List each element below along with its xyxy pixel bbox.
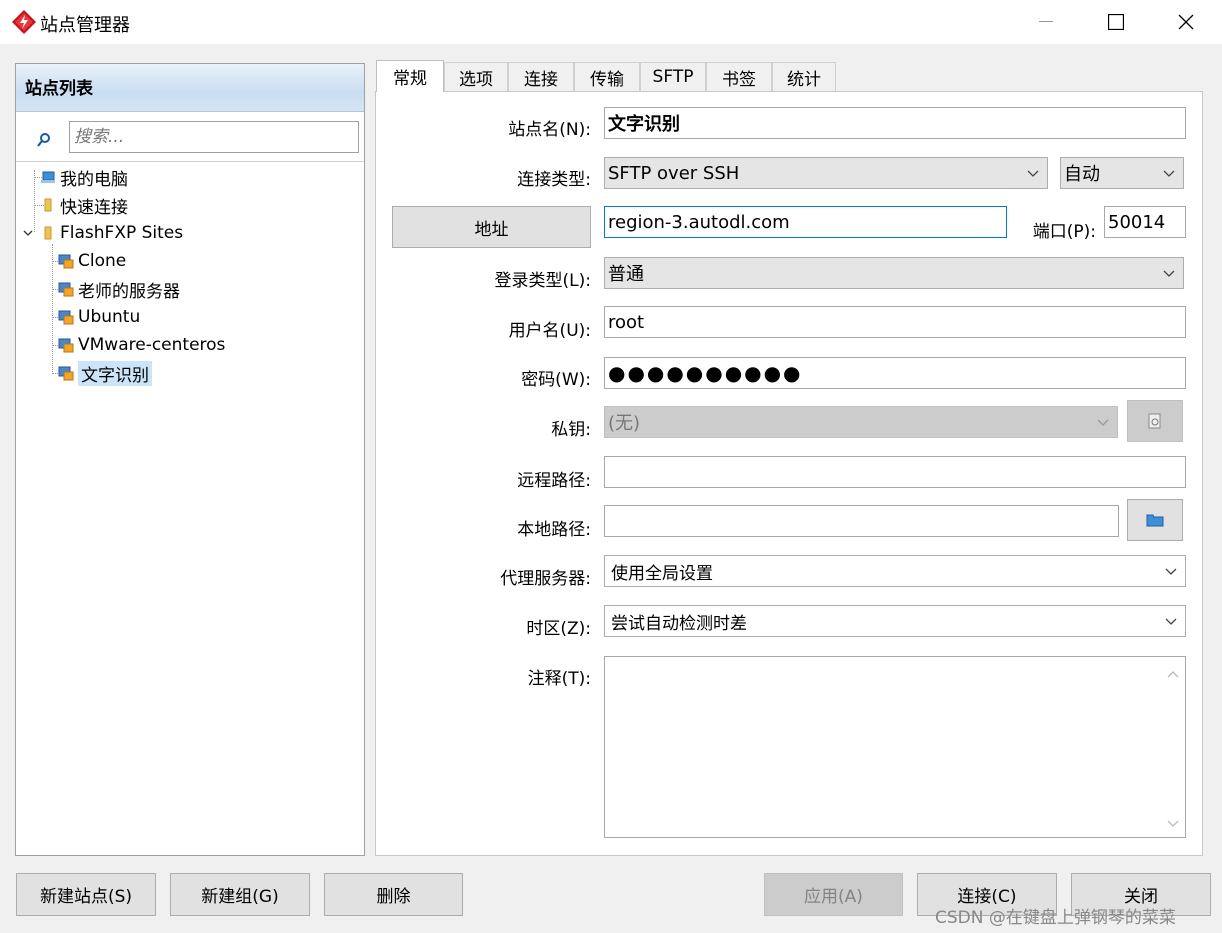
title-bar: 站点管理器	[0, 0, 1222, 44]
tree-item-label: Clone	[78, 251, 127, 271]
window-title: 站点管理器	[40, 15, 130, 36]
connection-type-label: 连接类型:	[517, 170, 591, 190]
proxy-value: 使用全局设置	[611, 563, 713, 584]
site-icon	[58, 282, 74, 297]
chevron-down-icon	[1165, 568, 1177, 575]
tab-sftp[interactable]: SFTP	[640, 62, 706, 91]
private-key-select: (无)	[604, 406, 1118, 438]
password-input[interactable]: ●●●●●●●●●●	[604, 357, 1186, 389]
tab-general[interactable]: 常规	[376, 60, 444, 92]
remote-path-input[interactable]	[604, 456, 1186, 488]
tree-item-label: 我的电脑	[60, 169, 128, 190]
address-button[interactable]: 地址	[392, 206, 591, 248]
site-search-input[interactable]	[69, 121, 359, 153]
chevron-down-icon	[1165, 618, 1177, 625]
folder-icon	[44, 226, 52, 240]
tree-item-site-selected[interactable]: 文字识别	[58, 360, 152, 386]
computer-icon	[41, 171, 55, 183]
port-label: 端口(P):	[1032, 222, 1096, 242]
key-file-icon	[1148, 413, 1161, 429]
tab-options[interactable]: 选项	[444, 62, 508, 91]
tree-item-flashfxp-sites[interactable]: FlashFXP Sites	[22, 220, 183, 246]
new-site-button[interactable]: 新建站点(S)	[16, 873, 156, 916]
proxy-select[interactable]: 使用全局设置	[604, 555, 1186, 587]
scroll-down-icon[interactable]	[1166, 819, 1180, 829]
close-icon	[1178, 14, 1194, 30]
browse-key-button	[1127, 400, 1183, 442]
tree-line	[52, 244, 53, 374]
site-icon	[58, 338, 74, 353]
local-path-label: 本地路径:	[517, 520, 591, 540]
login-type-select[interactable]: 普通	[604, 257, 1184, 289]
username-label: 用户名(U):	[508, 321, 591, 341]
new-group-button[interactable]: 新建组(G)	[170, 873, 310, 916]
password-label: 密码(W):	[521, 370, 591, 390]
chevron-down-icon	[1027, 170, 1039, 177]
minimize-button[interactable]	[1011, 0, 1081, 44]
site-list-header: 站点列表	[16, 64, 364, 112]
login-type-label: 登录类型(L):	[494, 271, 591, 291]
tree-item-label: Ubuntu	[78, 307, 141, 327]
tree-item-site[interactable]: VMware-centeros	[58, 332, 225, 358]
search-icon	[37, 133, 50, 147]
chevron-down-icon[interactable]	[22, 227, 34, 239]
tab-statistics[interactable]: 统计	[772, 62, 836, 91]
connection-mode-select[interactable]: 自动	[1060, 157, 1184, 189]
tree-item-label: 老师的服务器	[78, 281, 180, 302]
connection-type-select[interactable]: SFTP over SSH	[604, 157, 1048, 189]
tree-item-label: 快速连接	[60, 197, 128, 218]
tab-transfer[interactable]: 传输	[574, 62, 640, 91]
connection-mode-value: 自动	[1064, 164, 1100, 185]
apply-button: 应用(A)	[764, 873, 903, 916]
minimize-icon	[1039, 21, 1053, 22]
site-icon	[58, 310, 74, 325]
flashfxp-logo-icon	[12, 10, 36, 34]
tree-item-quick-connect[interactable]: 快速连接	[40, 192, 128, 218]
notes-textarea[interactable]	[604, 656, 1186, 838]
watermark-text: CSDN @在键盘上弹钢琴的菜菜	[935, 908, 1176, 928]
chevron-down-icon	[1163, 170, 1175, 177]
panel-divider	[16, 161, 364, 162]
folder-icon	[1146, 514, 1164, 527]
scroll-up-icon[interactable]	[1166, 669, 1180, 679]
tree-item-site[interactable]: Ubuntu	[58, 304, 140, 330]
site-name-input[interactable]: 文字识别	[604, 107, 1186, 139]
port-input[interactable]: 50014	[1104, 206, 1186, 238]
tree-item-site[interactable]: Clone	[58, 248, 126, 274]
timezone-value: 尝试自动检测时差	[611, 613, 747, 634]
remote-path-label: 远程路径:	[517, 471, 591, 491]
tree-item-my-computer[interactable]: 我的电脑	[40, 164, 128, 190]
browse-folder-button[interactable]	[1127, 499, 1183, 541]
tree-item-label: 文字识别	[78, 360, 152, 386]
site-icon	[58, 366, 74, 381]
site-name-label: 站点名(N):	[508, 120, 591, 140]
chevron-down-icon	[1097, 419, 1109, 426]
site-list-panel: 站点列表 我的电脑 快速连接	[15, 63, 365, 856]
tab-bookmarks[interactable]: 书签	[706, 62, 772, 91]
tree-item-label: VMware-centeros	[78, 335, 226, 355]
timezone-label: 时区(Z):	[526, 619, 591, 639]
tab-connection[interactable]: 连接	[508, 62, 574, 91]
connection-type-value: SFTP over SSH	[608, 162, 740, 184]
notes-label: 注释(T):	[527, 669, 591, 689]
login-type-value: 普通	[608, 264, 644, 285]
chevron-down-icon	[1163, 270, 1175, 277]
delete-button[interactable]: 删除	[324, 873, 463, 916]
proxy-label: 代理服务器:	[500, 569, 591, 589]
folder-icon	[44, 198, 52, 212]
private-key-label: 私钥:	[551, 420, 591, 440]
username-input[interactable]: root	[604, 306, 1186, 338]
private-key-value: (无)	[608, 413, 641, 434]
tree-item-site[interactable]: 老师的服务器	[58, 276, 180, 302]
close-window-button[interactable]	[1151, 0, 1221, 44]
tree-item-label: FlashFXP Sites	[60, 223, 184, 243]
site-icon	[58, 254, 74, 269]
maximize-icon	[1108, 14, 1124, 30]
local-path-input[interactable]	[604, 505, 1119, 537]
maximize-button[interactable]	[1081, 0, 1151, 44]
timezone-select[interactable]: 尝试自动检测时差	[604, 605, 1186, 637]
